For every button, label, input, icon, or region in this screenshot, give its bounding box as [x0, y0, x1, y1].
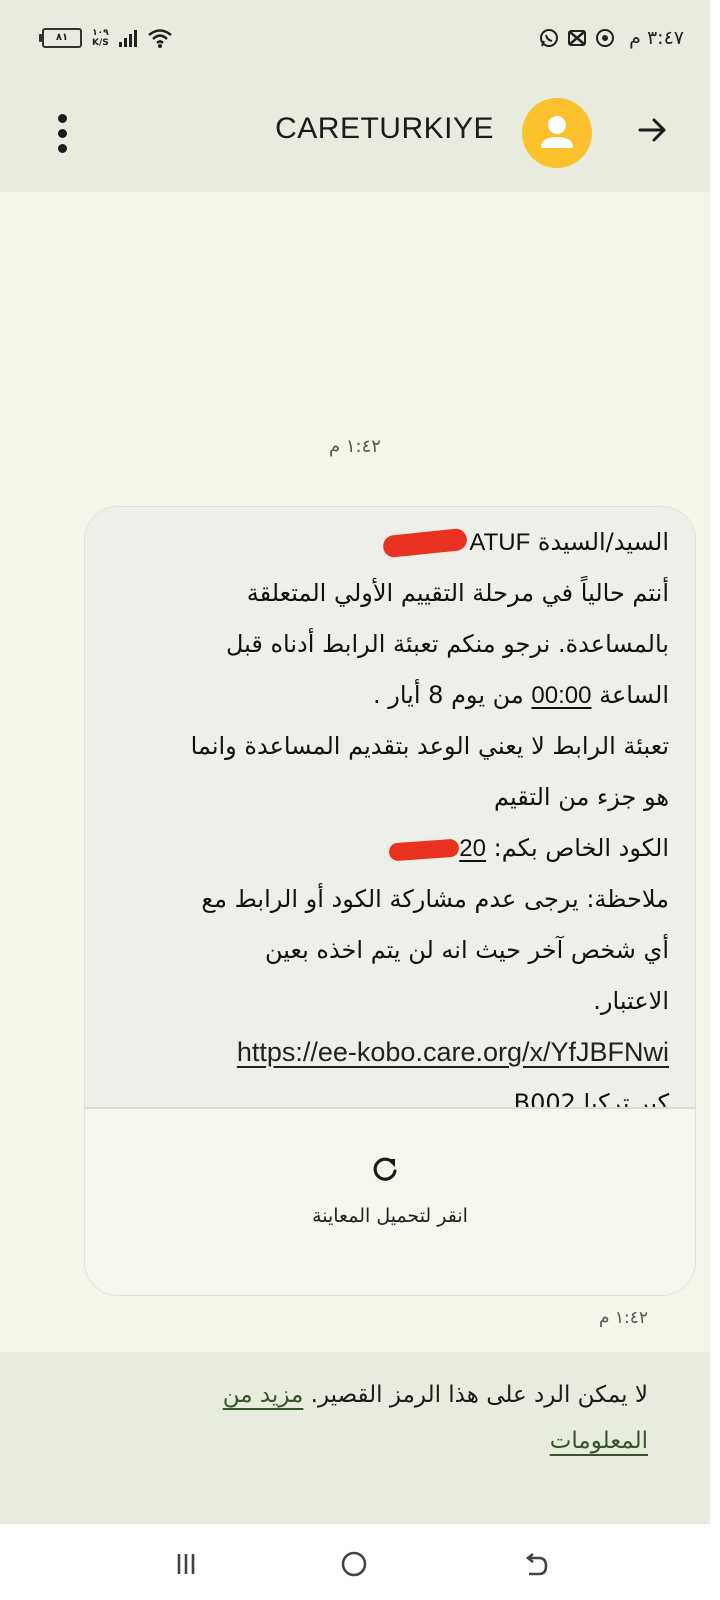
- message-bubble[interactable]: السيد/السيدة ATUF أنتم حالياً في مرحلة ا…: [84, 506, 696, 1296]
- message-line: هو جزء من التقيم: [493, 783, 669, 811]
- avatar-icon[interactable]: [522, 98, 592, 168]
- wifi-icon: [147, 29, 172, 48]
- preview-label: انقر لتحميل المعاينة: [312, 1205, 468, 1227]
- capcut-icon: [567, 28, 587, 48]
- link-preview[interactable]: انقر لتحميل المعاينة: [85, 1107, 695, 1295]
- network-speed: ١٠٩ K/S: [92, 28, 109, 48]
- conversation-header: CARETURKIYE: [0, 76, 710, 192]
- signal-icon: [118, 29, 137, 47]
- time-prefix: الساعة: [599, 681, 669, 709]
- message-line: الاعتبار.: [593, 987, 669, 1015]
- message-timestamp: ١:٤٢ م: [329, 436, 381, 457]
- redaction-mark: [382, 527, 469, 559]
- reply-disabled-notice: لا يمكن الرد على هذا الرمز القصير. مزيد …: [0, 1352, 710, 1524]
- clock: ٣:٤٧ م: [629, 27, 684, 49]
- time-suffix: من يوم 8 أيار .: [373, 681, 524, 709]
- conversation-title[interactable]: CARETURKIYE: [275, 112, 494, 146]
- reload-icon[interactable]: [367, 1151, 403, 1187]
- code-label: الكود الخاص بكم:: [493, 834, 669, 862]
- screen-edge: [710, 0, 720, 1600]
- messages-screen: ٨١ ١٠٩ K/S ٣:٤٧ م CARETURKIYE ١:٤٢ م الس…: [0, 0, 710, 1600]
- status-right: ٣:٤٧ م: [539, 24, 684, 52]
- message-line: تعبئة الرابط لا يعني الوعد بتقديم المساع…: [190, 732, 669, 760]
- message-line-greeting: السيد/السيدة ATUF: [107, 517, 669, 568]
- message-sent-time: ١:٤٢ م: [598, 1308, 648, 1328]
- notice-text: لا يمكن الرد على هذا الرمز القصير. مزيد …: [176, 1372, 648, 1464]
- message-line: أي شخص آخر حيث انه لن يتم اخذه بعين: [264, 936, 669, 964]
- code-value[interactable]: 20: [388, 823, 486, 874]
- code-visible-digits: 20: [459, 835, 486, 862]
- battery-icon: ٨١: [39, 28, 82, 48]
- network-speed-value: ١٠٩: [92, 28, 109, 38]
- deadline-time[interactable]: 00:00: [531, 682, 591, 709]
- back-arrow-icon[interactable]: [632, 110, 672, 150]
- message-line-code: الكود الخاص بكم: 20: [107, 823, 669, 874]
- redaction-mark: [388, 838, 460, 862]
- message-line: أنتم حالياً في مرحلة التقييم الأولي المت…: [246, 579, 669, 607]
- message-line: ملاحظة: يرجى عدم مشاركة الكود أو الرابط …: [201, 885, 669, 913]
- network-speed-unit: K/S: [92, 38, 109, 48]
- back-nav-icon[interactable]: [516, 1544, 556, 1584]
- greeting-name: ATUF: [469, 529, 531, 556]
- home-icon[interactable]: [334, 1544, 374, 1584]
- notice-message: لا يمكن الرد على هذا الرمز القصير.: [310, 1382, 648, 1408]
- system-nav-bar: [0, 1524, 710, 1600]
- message-line: بالمساعدة. نرجو منكم تعبئة الرابط أدناه …: [225, 630, 669, 658]
- status-bar: ٨١ ١٠٩ K/S ٣:٤٧ م: [0, 0, 710, 76]
- message-line-time: الساعة 00:00 من يوم 8 أيار .: [107, 670, 669, 721]
- app-icon: [595, 28, 615, 48]
- message-body: السيد/السيدة ATUF أنتم حالياً في مرحلة ا…: [107, 517, 669, 1129]
- more-options-icon[interactable]: [52, 112, 72, 156]
- greeting-prefix: السيد/السيدة: [537, 528, 669, 556]
- message-link[interactable]: https://ee-kobo.care.org/x/YfJBFNwi: [107, 1027, 669, 1078]
- recents-icon[interactable]: [166, 1544, 206, 1584]
- status-left: ٨١ ١٠٩ K/S: [39, 25, 173, 51]
- whatsapp-icon: [539, 28, 559, 48]
